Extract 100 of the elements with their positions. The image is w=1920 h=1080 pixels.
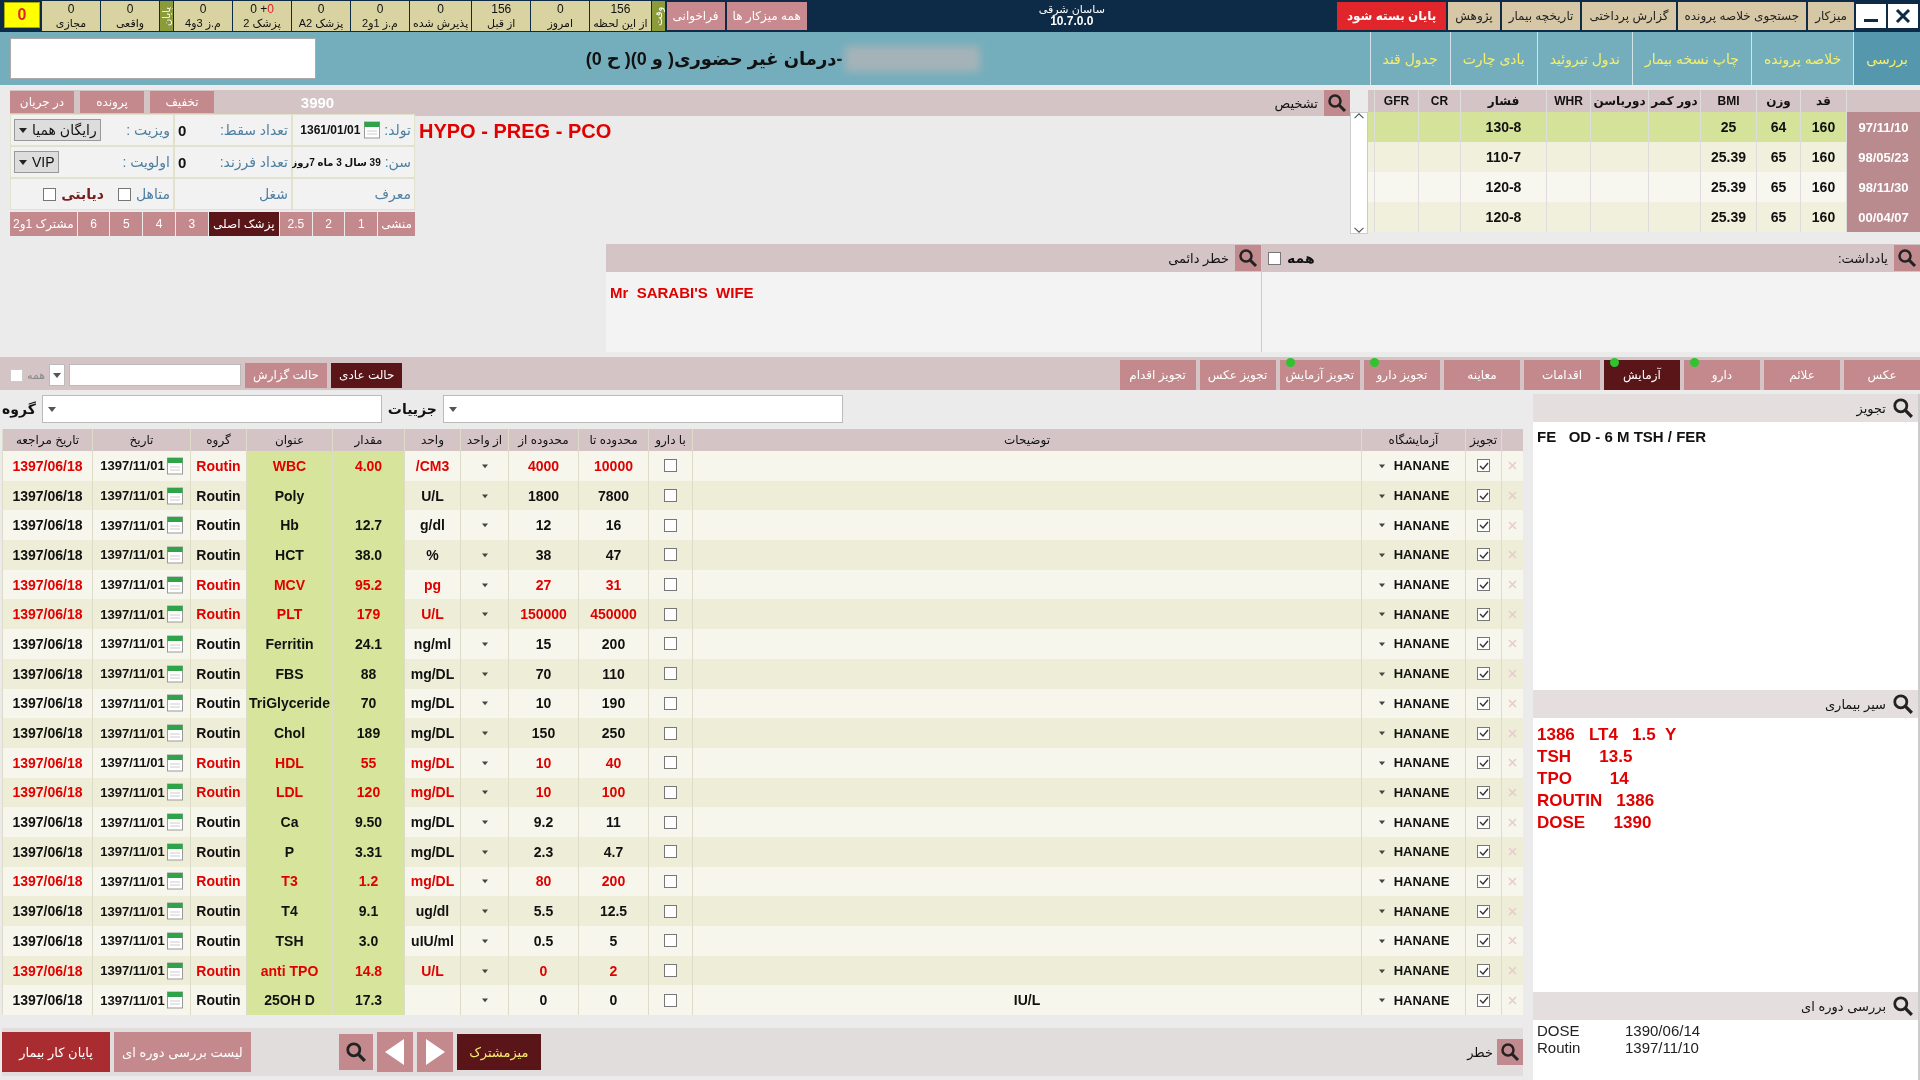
calendar-icon[interactable] xyxy=(166,872,183,891)
checkbox[interactable] xyxy=(664,815,677,829)
menu-button[interactable]: تاریخچه بیمار xyxy=(1501,2,1581,30)
caret-icon[interactable] xyxy=(480,462,489,469)
tab[interactable]: 5 xyxy=(110,212,143,236)
minimize-button[interactable] xyxy=(1856,4,1886,28)
caret-icon[interactable] xyxy=(480,759,489,766)
checkbox[interactable] xyxy=(664,459,677,473)
next-button[interactable] xyxy=(416,1032,453,1072)
checkbox[interactable] xyxy=(1477,696,1490,710)
caret-icon[interactable] xyxy=(480,670,489,677)
caret-icon[interactable] xyxy=(480,551,489,558)
tab[interactable]: تجویز اقدام xyxy=(1119,360,1196,390)
lab-dropdown[interactable]: HANANE xyxy=(1377,784,1450,800)
calendar-icon[interactable] xyxy=(166,545,183,564)
lab-dropdown[interactable]: HANANE xyxy=(1377,755,1450,771)
checkbox[interactable] xyxy=(1477,845,1490,859)
tab[interactable]: اقدامات xyxy=(1524,360,1600,390)
search-button[interactable] xyxy=(338,1034,373,1070)
calendar-icon[interactable] xyxy=(166,783,183,802)
search-button[interactable] xyxy=(1497,1039,1523,1065)
checkbox[interactable] xyxy=(664,726,677,740)
checkbox[interactable] xyxy=(664,667,677,681)
lab-dropdown[interactable]: HANANE xyxy=(1377,903,1450,919)
checkbox[interactable] xyxy=(1477,726,1490,740)
chevron-down-icon[interactable] xyxy=(1354,227,1364,233)
calendar-icon[interactable] xyxy=(166,486,183,505)
tab[interactable]: 2.5 xyxy=(280,212,312,236)
tab[interactable]: تجویز عکس xyxy=(1199,360,1276,390)
calendar-icon[interactable] xyxy=(166,753,183,772)
checkbox[interactable] xyxy=(664,637,677,651)
lab-dropdown[interactable]: HANANE xyxy=(1377,933,1450,949)
calendar-icon[interactable] xyxy=(166,694,183,713)
tab[interactable]: 2 xyxy=(312,212,345,236)
checkbox[interactable] xyxy=(118,187,131,201)
checkbox[interactable] xyxy=(664,578,677,592)
checkbox[interactable] xyxy=(664,696,677,710)
tab[interactable]: تجویز دارو xyxy=(1364,360,1440,390)
mode-button[interactable]: حالت گزارش xyxy=(245,362,328,388)
lab-dropdown[interactable]: HANANE xyxy=(1377,725,1450,741)
checkbox[interactable] xyxy=(1477,548,1490,562)
visit-dropdown[interactable]: رایگان همیا xyxy=(14,119,101,141)
tab[interactable]: 1 xyxy=(345,212,378,236)
checkbox[interactable] xyxy=(664,934,677,948)
calendar-icon[interactable] xyxy=(166,902,183,921)
action-button[interactable]: همه میزکار ها xyxy=(726,2,807,30)
checkbox[interactable] xyxy=(1477,578,1490,592)
calendar-icon[interactable] xyxy=(166,931,183,950)
lab-dropdown[interactable]: HANANE xyxy=(1377,488,1450,504)
checkbox[interactable] xyxy=(1477,815,1490,829)
checkbox[interactable] xyxy=(664,607,677,621)
caret-icon[interactable] xyxy=(480,997,489,1004)
checkbox[interactable] xyxy=(664,874,677,888)
calendar-icon[interactable] xyxy=(166,634,183,653)
lab-dropdown[interactable]: HANANE xyxy=(1377,606,1450,622)
checkbox[interactable] xyxy=(1477,993,1490,1007)
caret-icon[interactable] xyxy=(480,908,489,915)
checkbox[interactable] xyxy=(43,187,57,201)
patient-button[interactable]: پرونده xyxy=(80,91,144,113)
patient-button[interactable]: در جریان xyxy=(10,91,74,113)
calendar-icon[interactable] xyxy=(166,991,183,1010)
caret-icon[interactable] xyxy=(480,878,489,885)
finish-button[interactable]: پایان کار بیمار xyxy=(2,1032,110,1072)
tab[interactable]: 4 xyxy=(143,212,175,236)
periodic-list-button[interactable]: لیست بررسی دوره ای xyxy=(114,1032,251,1072)
tab[interactable]: پزشک اصلی xyxy=(208,212,279,236)
checkbox[interactable] xyxy=(664,489,677,503)
tab[interactable]: بررسی xyxy=(1853,32,1920,85)
search-button[interactable] xyxy=(1324,90,1350,116)
tab[interactable]: آزمایش xyxy=(1604,360,1680,390)
search-icon[interactable] xyxy=(1892,397,1914,419)
end-button[interactable]: پایان بسته شود xyxy=(1336,2,1447,30)
checkbox[interactable] xyxy=(664,904,677,918)
calendar-icon[interactable] xyxy=(166,575,183,594)
checkbox[interactable] xyxy=(1477,785,1490,799)
chevron-up-icon[interactable] xyxy=(1354,113,1364,119)
lab-dropdown[interactable]: HANANE xyxy=(1377,636,1450,652)
action-button[interactable]: فراخوانی xyxy=(666,2,725,30)
input-field[interactable] xyxy=(10,38,316,79)
caret-icon[interactable] xyxy=(480,730,489,737)
checkbox[interactable] xyxy=(664,845,677,859)
checkbox[interactable] xyxy=(1477,518,1490,532)
caret-icon[interactable] xyxy=(480,819,489,826)
search-button[interactable] xyxy=(1894,245,1920,271)
calendar-icon[interactable] xyxy=(166,724,183,743)
tab[interactable]: معاینه xyxy=(1444,360,1520,390)
calendar-icon[interactable] xyxy=(364,121,381,139)
lab-dropdown[interactable]: HANANE xyxy=(1377,814,1450,830)
caret-icon[interactable] xyxy=(480,967,489,974)
mode-button[interactable]: حالت عادی xyxy=(331,362,403,388)
shared-desk-button[interactable]: میزمشترک xyxy=(456,1034,541,1070)
search-icon[interactable] xyxy=(1892,995,1914,1017)
tab[interactable]: 6 xyxy=(77,212,110,236)
priority-dropdown[interactable]: VIP xyxy=(14,151,59,173)
checkbox[interactable] xyxy=(1477,667,1490,681)
calendar-icon[interactable] xyxy=(166,813,183,832)
lab-dropdown[interactable]: HANANE xyxy=(1377,666,1450,682)
checkbox[interactable] xyxy=(664,964,677,978)
lab-dropdown[interactable]: HANANE xyxy=(1377,577,1450,593)
calendar-icon[interactable] xyxy=(166,456,183,475)
